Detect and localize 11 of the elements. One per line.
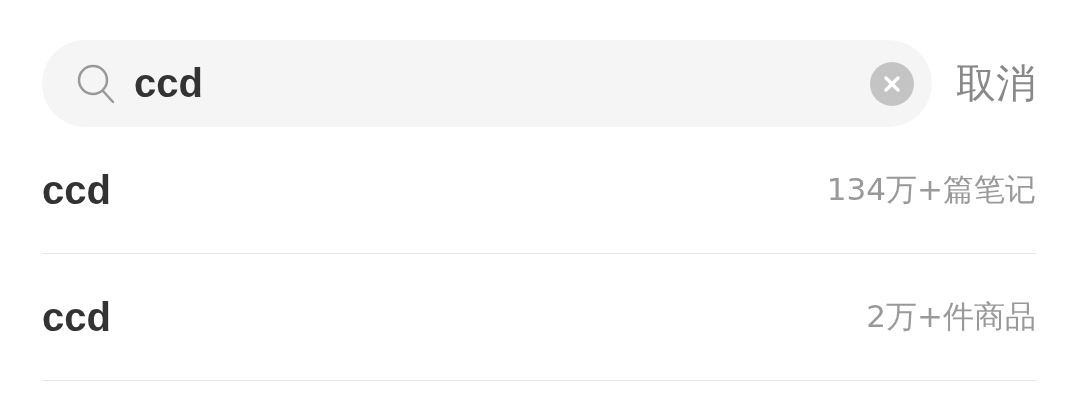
- result-count: 134万+篇笔记: [826, 170, 1036, 209]
- search-field[interactable]: ccd: [134, 61, 852, 106]
- suggestion-term: ccd: [42, 167, 111, 213]
- result-count: 2万+件商品: [866, 297, 1036, 336]
- clear-icon[interactable]: [870, 61, 914, 106]
- suggestion-term: ccd: [42, 294, 111, 340]
- cancel-button[interactable]: 取消: [956, 56, 1036, 111]
- suggestion-row[interactable]: ccd 134万+篇笔记: [42, 127, 1036, 254]
- search-bar[interactable]: ccd: [42, 40, 932, 127]
- suggestion-row[interactable]: ccd 2万+件商品: [42, 254, 1036, 381]
- search-icon: [76, 62, 116, 105]
